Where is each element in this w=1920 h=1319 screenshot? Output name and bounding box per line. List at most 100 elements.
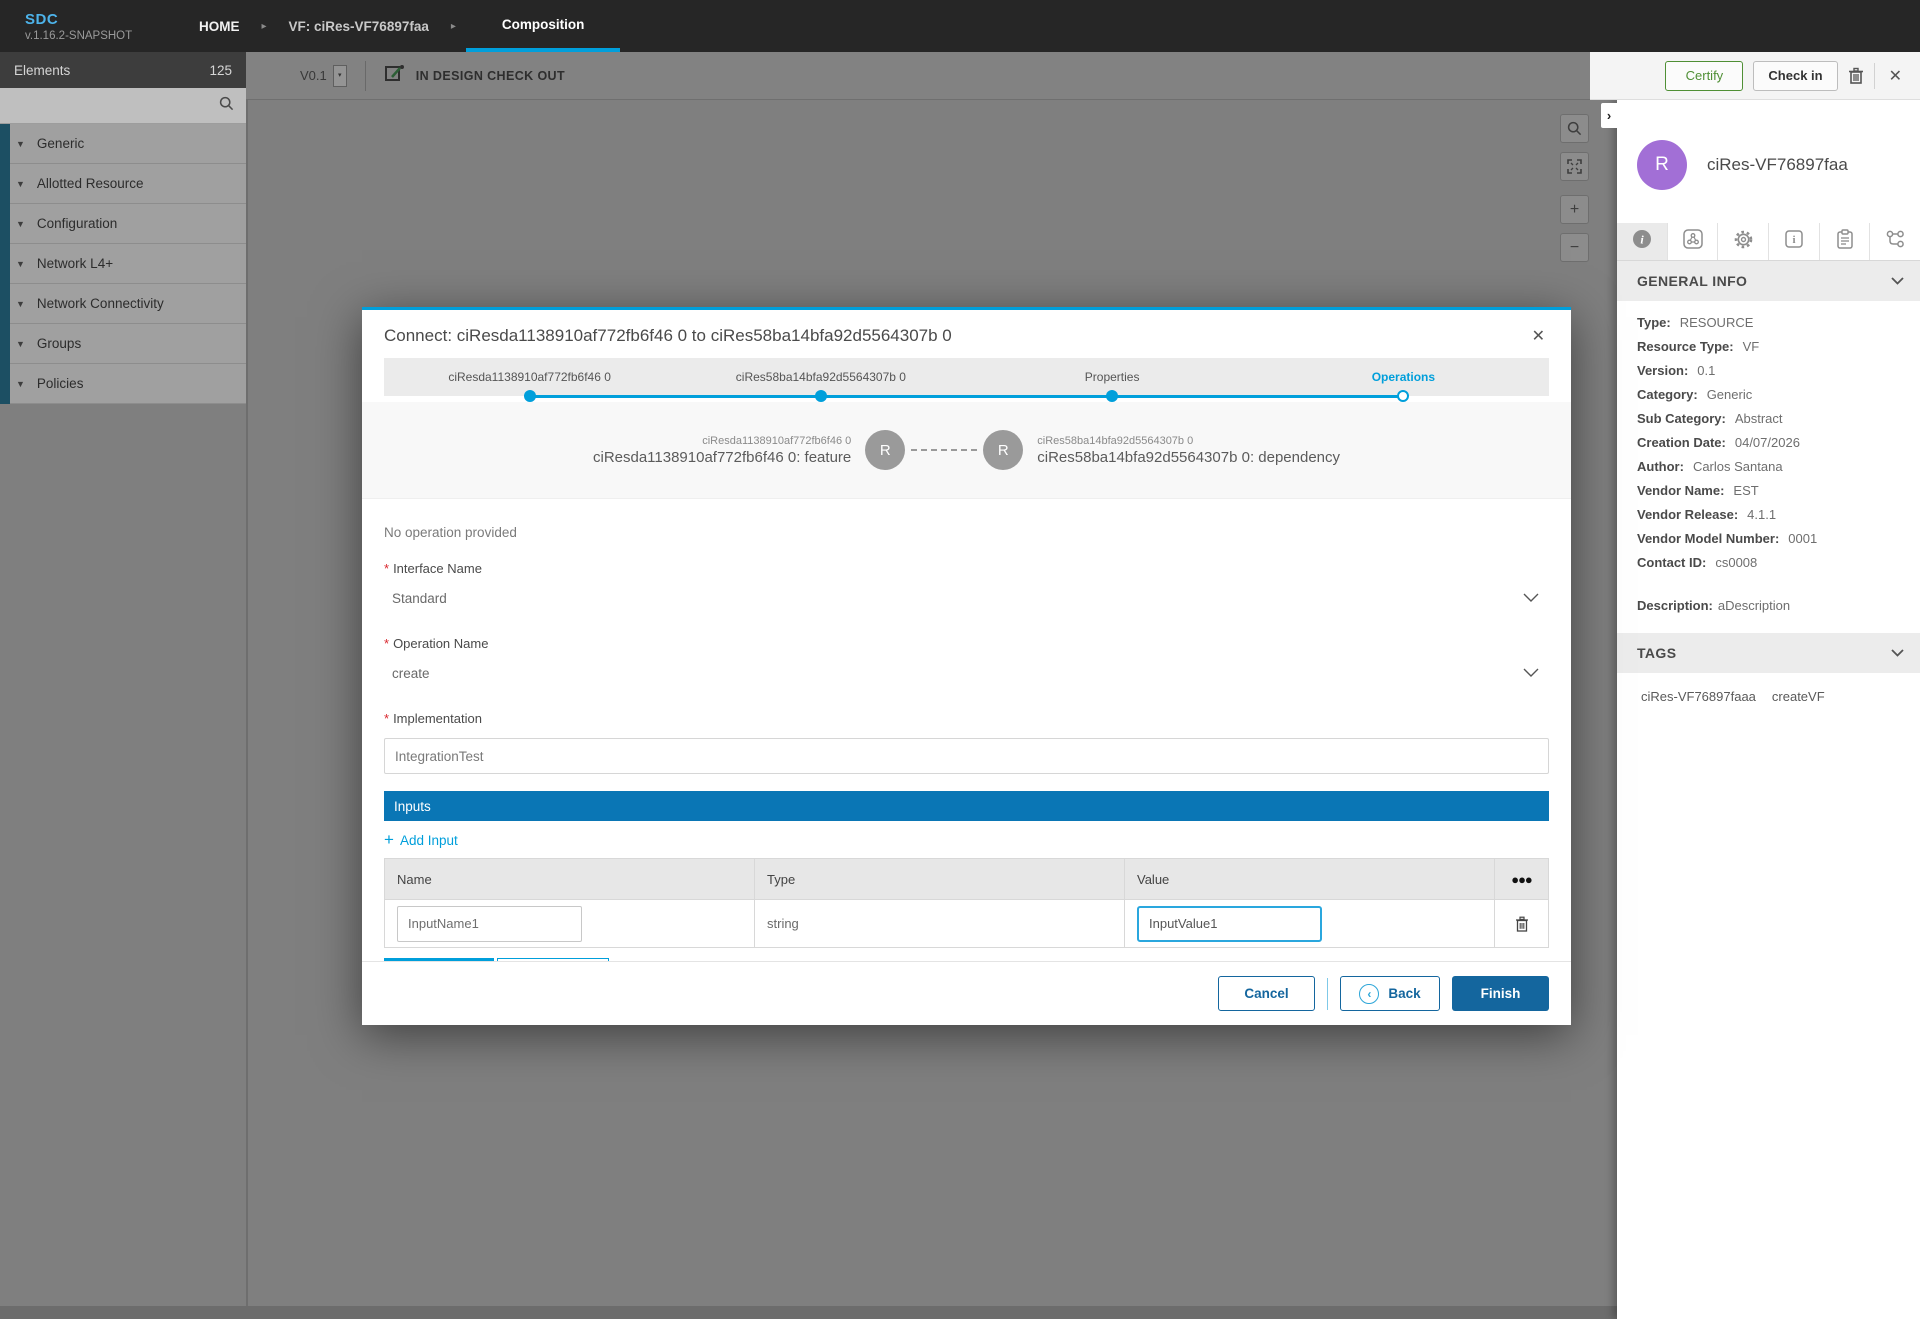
breadcrumb-vf[interactable]: VF: ciRes-VF76897faa — [277, 19, 441, 34]
tab-information-artifacts[interactable]: i — [1769, 223, 1820, 260]
search-icon — [219, 96, 234, 116]
svg-text:i: i — [1792, 234, 1795, 246]
checkin-button[interactable]: Check in — [1753, 61, 1837, 91]
column-header-actions: ●●● — [1495, 859, 1548, 899]
search-input[interactable] — [0, 89, 214, 123]
tab-requirements-capabilities[interactable] — [1870, 223, 1920, 260]
tags-list: ciRes-VF76897faaa createVF — [1617, 673, 1920, 704]
field-creation-date: Creation Date:04/07/2026 — [1637, 436, 1906, 450]
modal-header: Connect: ciResda1138910af772fb6f46 0 to … — [362, 310, 1571, 358]
inputs-table-header: Name Type Value ●●● — [385, 859, 1548, 899]
finish-button[interactable]: Finish — [1452, 976, 1549, 1011]
checkout-icon — [384, 63, 406, 88]
resource-name: ciRes-VF76897faa — [1707, 155, 1848, 175]
field-vendor-release: Vendor Release:4.1.1 — [1637, 508, 1906, 522]
canvas-tools: + − — [1560, 114, 1590, 271]
toolbar-divider — [365, 61, 366, 91]
sidebar-item-network-l4[interactable]: ▼ Network L4+ — [10, 244, 246, 284]
input-name-field[interactable] — [397, 906, 582, 942]
required-asterisk: * — [384, 561, 389, 576]
field-sub-category: Sub Category:Abstract — [1637, 412, 1906, 426]
sidebar-item-configuration[interactable]: ▼ Configuration — [10, 204, 246, 244]
lifecycle-status-label: IN DESIGN CHECK OUT — [416, 69, 565, 83]
wizard-step-dot — [524, 390, 536, 402]
sidebar-item-network-connectivity[interactable]: ▼ Network Connectivity — [10, 284, 246, 324]
canvas-search-button[interactable] — [1560, 114, 1589, 143]
close-icon[interactable]: ✕ — [1885, 66, 1906, 86]
add-input-link[interactable]: + Add Input — [384, 830, 494, 850]
back-button[interactable]: ‹ Back — [1340, 976, 1440, 1011]
operation-name-select[interactable]: create — [384, 664, 1549, 690]
resource-identity: R ciRes-VF76897faa — [1617, 100, 1920, 190]
wizard-step-dot-active — [1397, 390, 1409, 402]
canvas-fullscreen-button[interactable] — [1560, 152, 1589, 181]
composition-icon — [1683, 229, 1703, 254]
chevron-down-icon: ▼ — [16, 379, 25, 389]
wizard-progress-line — [530, 395, 1404, 398]
tags-section-header[interactable]: TAGS — [1617, 633, 1920, 673]
input-type-value: string — [767, 916, 799, 931]
breadcrumb: HOME ▸ VF: ciRes-VF76897faa ▸ Compositio… — [187, 0, 620, 52]
connection-diagram: ciResda1138910af772fb6f46 0 ciResda11389… — [362, 402, 1571, 499]
general-info-section-header[interactable]: GENERAL INFO — [1617, 261, 1920, 301]
sidebar-item-generic[interactable]: ▼ Generic — [10, 124, 246, 164]
field-vendor-name: Vendor Name:EST — [1637, 484, 1906, 498]
implementation-label: *Implementation — [384, 711, 1549, 726]
sidebar-item-allotted-resource[interactable]: ▼ Allotted Resource — [10, 164, 246, 204]
canvas-zoom-out-button[interactable]: − — [1560, 233, 1589, 262]
source-node-labels: ciResda1138910af772fb6f46 0 ciResda11389… — [593, 435, 851, 466]
composition-toolbar: V0.1 ▾ IN DESIGN CHECK OUT — [246, 52, 1590, 100]
modal-title: Connect: ciResda1138910af772fb6f46 0 to … — [384, 326, 952, 346]
inputs-table: Name Type Value ●●● string — [384, 858, 1549, 948]
sidebar-edge-divider — [246, 100, 248, 1319]
modal-close-icon[interactable]: ✕ — [1528, 324, 1549, 348]
panel-collapse-toggle[interactable]: › — [1601, 103, 1617, 128]
breadcrumb-home[interactable]: HOME — [187, 19, 252, 34]
implementation-input[interactable] — [384, 738, 1549, 774]
tab-general-info[interactable]: i — [1617, 223, 1668, 260]
field-vendor-model-number: Vendor Model Number:0001 — [1637, 532, 1906, 546]
field-category: Category:Generic — [1637, 388, 1906, 402]
interface-name-select[interactable]: Standard — [384, 589, 1549, 615]
modal-footer: Cancel ‹ Back Finish — [362, 961, 1571, 1025]
cancel-button[interactable]: Cancel — [1218, 976, 1315, 1011]
sidebar-header: Elements 125 — [0, 52, 246, 88]
gear-icon — [1733, 229, 1754, 255]
tab-composition-structure[interactable] — [1668, 223, 1719, 260]
chevron-down-icon: ▼ — [16, 259, 25, 269]
wizard-step-dot — [1106, 390, 1118, 402]
connect-wizard-modal: Connect: ciResda1138910af772fb6f46 0 to … — [362, 307, 1571, 1025]
input-value-field[interactable] — [1137, 906, 1322, 942]
tab-composition[interactable]: Composition — [466, 0, 621, 52]
workflow-icon — [1885, 229, 1906, 254]
chevron-down-icon: ▼ — [16, 299, 25, 309]
column-header-value: Value — [1125, 859, 1495, 899]
app-version: v.1.16.2-SNAPSHOT — [25, 30, 175, 42]
app-name: SDC — [25, 11, 175, 28]
back-arrow-icon: ‹ — [1359, 984, 1379, 1004]
breadcrumb-separator-icon: ▸ — [252, 21, 277, 32]
inputs-section-header: Inputs — [384, 791, 1549, 821]
chevron-down-icon: ▼ — [16, 339, 25, 349]
tab-properties[interactable] — [1718, 223, 1769, 260]
delete-input-icon[interactable] — [1515, 916, 1529, 932]
plus-icon: + — [384, 830, 394, 850]
sidebar-title: Elements — [14, 63, 70, 78]
toolbar-actions: Certify Check in ✕ — [1590, 52, 1920, 100]
version-label: V0.1 — [300, 68, 327, 83]
footer-divider — [1327, 978, 1328, 1010]
tag-item: ciRes-VF76897faaa — [1641, 689, 1756, 704]
tab-deployment-artifacts[interactable] — [1820, 223, 1871, 260]
canvas-zoom-in-button[interactable]: + — [1560, 195, 1589, 224]
field-author: Author:Carlos Santana — [1637, 460, 1906, 474]
sidebar-item-groups[interactable]: ▼ Groups — [10, 324, 246, 364]
chevron-down-icon: ▼ — [16, 219, 25, 229]
chevron-down-icon — [1891, 272, 1904, 290]
version-dropdown[interactable]: ▾ — [333, 65, 347, 87]
sidebar-item-policies[interactable]: ▼ Policies — [10, 364, 246, 404]
delete-icon[interactable] — [1848, 67, 1864, 85]
table-menu-icon[interactable]: ●●● — [1511, 872, 1532, 887]
sidebar-categories: ▼ Generic ▼ Allotted Resource ▼ Configur… — [0, 124, 246, 404]
certify-button[interactable]: Certify — [1665, 61, 1743, 91]
field-contact-id: Contact ID:cs0008 — [1637, 556, 1906, 570]
